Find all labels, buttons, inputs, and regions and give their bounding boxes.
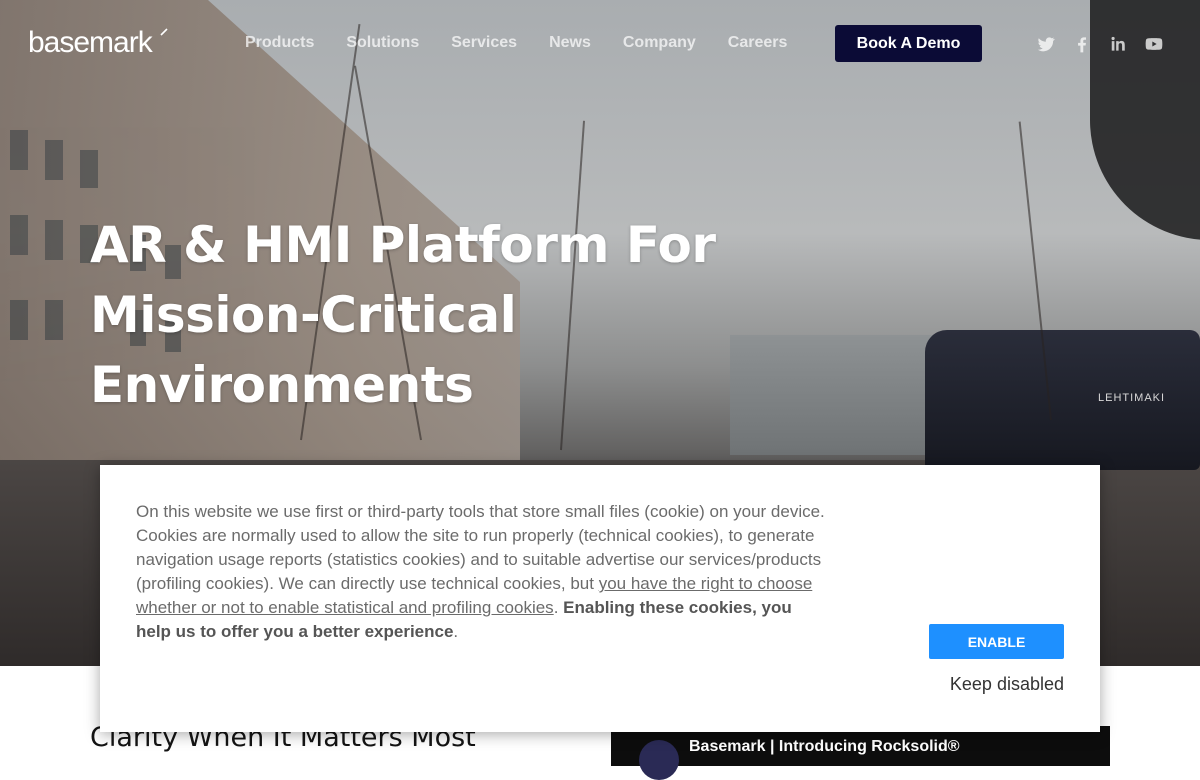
- video-title[interactable]: Basemark | Introducing Rocksolid®: [689, 738, 960, 756]
- cookie-banner: On this website we use first or third-pa…: [100, 465, 1100, 732]
- cookie-text-part: .: [453, 622, 459, 641]
- nav-item-news[interactable]: News: [549, 34, 591, 52]
- facebook-icon[interactable]: [1072, 34, 1092, 54]
- keep-disabled-link[interactable]: Keep disabled: [950, 674, 1064, 695]
- video-thumbnail[interactable]: Basemark | Introducing Rocksolid®: [611, 726, 1110, 780]
- nav-item-products[interactable]: Products: [245, 34, 314, 52]
- main-nav: Products Solutions Services News Company…: [245, 34, 819, 52]
- nav-item-services[interactable]: Services: [451, 34, 517, 52]
- book-demo-button[interactable]: Book A Demo: [835, 25, 982, 62]
- cookie-message: On this website we use first or third-pa…: [136, 500, 826, 644]
- logo-mark-icon: [160, 28, 168, 36]
- nav-item-solutions[interactable]: Solutions: [346, 34, 419, 52]
- linkedin-icon[interactable]: [1108, 34, 1128, 54]
- enable-cookies-button[interactable]: ENABLE: [929, 624, 1064, 659]
- nav-item-company[interactable]: Company: [623, 34, 696, 52]
- hero-title: AR & HMI Platform For Mission-Critical E…: [90, 216, 716, 414]
- nav-item-careers[interactable]: Careers: [728, 34, 788, 52]
- cookie-text-part: .: [553, 598, 564, 617]
- twitter-icon[interactable]: [1036, 34, 1056, 54]
- logo[interactable]: basemark: [28, 26, 153, 60]
- channel-avatar: [639, 740, 679, 780]
- youtube-icon[interactable]: [1144, 34, 1164, 54]
- bus-label: LEHTIMAKI: [1098, 392, 1166, 404]
